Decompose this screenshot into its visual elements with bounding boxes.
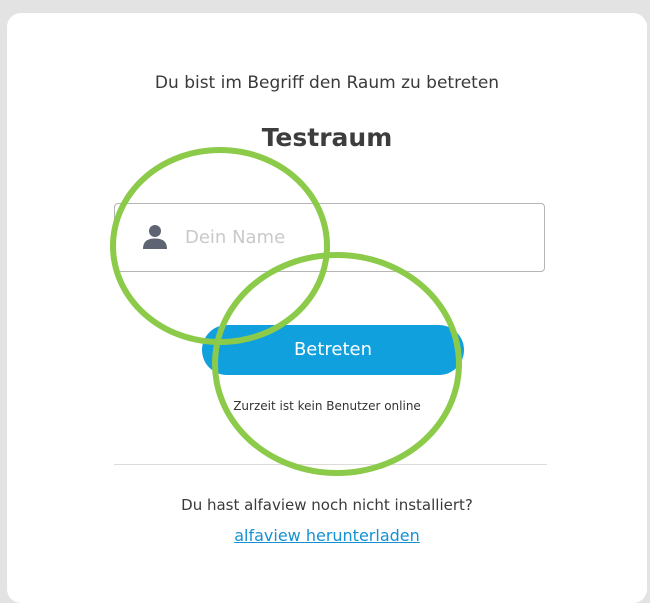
enter-button[interactable]: Betreten: [202, 325, 464, 375]
name-input[interactable]: [185, 204, 535, 271]
online-status-text: Zurzeit ist kein Benutzer online: [233, 399, 421, 413]
not-installed-text: Du hast alfaview noch nicht installiert?: [181, 496, 473, 514]
divider: [114, 464, 547, 465]
room-name: Testraum: [261, 123, 393, 152]
intro-text: Du bist im Begriff den Raum zu betreten: [154, 73, 500, 93]
name-field[interactable]: [114, 203, 545, 272]
download-link[interactable]: alfaview herunterladen: [7, 526, 647, 545]
login-card: Du bist im Begriff den Raum zu betreten …: [7, 13, 647, 603]
user-icon: [143, 224, 167, 250]
